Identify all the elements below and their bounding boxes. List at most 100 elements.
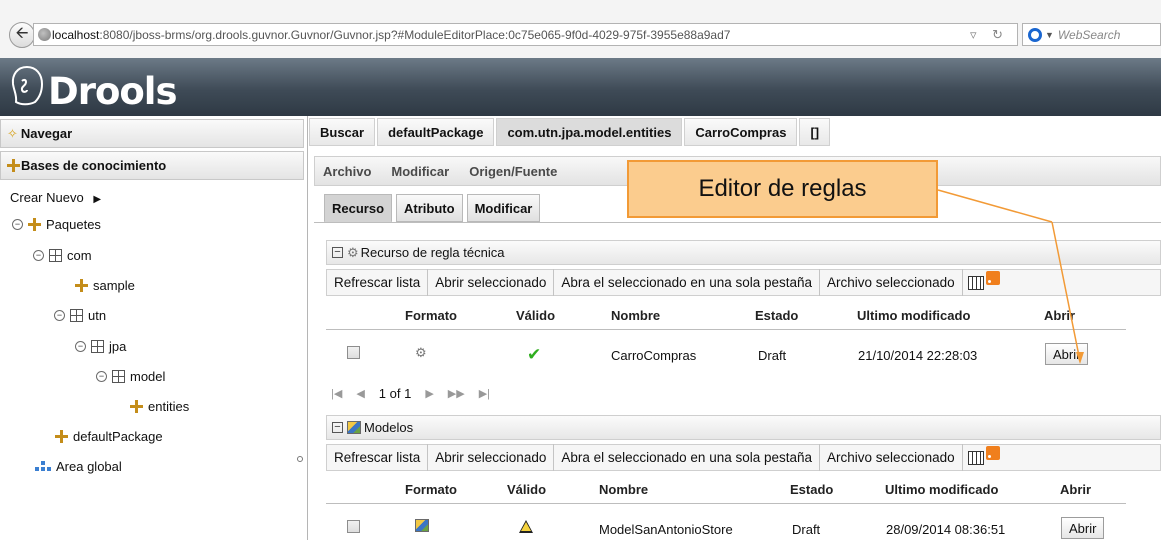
- open-selected-single-tab-button[interactable]: Abra el seleccionado en una sola pestaña: [554, 269, 821, 296]
- model-format-icon: [415, 519, 429, 532]
- search-engine-icon[interactable]: [1028, 27, 1042, 42]
- open-selected-button[interactable]: Abrir seleccionado: [428, 269, 555, 296]
- column-header-format[interactable]: Formato: [405, 482, 457, 497]
- tab-empty[interactable]: []: [799, 118, 831, 146]
- divider: [326, 503, 1126, 504]
- subtab-atributo[interactable]: Atributo: [396, 194, 463, 222]
- back-arrow-icon[interactable]: 🡨: [9, 22, 35, 48]
- tree-item-utn[interactable]: − utn: [54, 308, 106, 323]
- rss-feed-icon[interactable]: [985, 270, 1000, 285]
- sidebar-nav-header[interactable]: ✧ Navegar: [0, 119, 304, 148]
- tree-item-sample[interactable]: sample: [75, 278, 135, 293]
- column-header-open[interactable]: Abrir: [1060, 482, 1091, 497]
- gears-icon: ⚙: [347, 244, 359, 260]
- next-page-icon[interactable]: ▶: [425, 387, 433, 400]
- column-header-valid[interactable]: Válido: [516, 308, 555, 323]
- package-icon: [28, 218, 41, 231]
- column-header-valid[interactable]: Válido: [507, 482, 546, 497]
- asset-name: CarroCompras: [611, 348, 697, 363]
- pager: |◀ ◀ 1 of 1 ▶ ▶▶ ▶|: [331, 386, 504, 401]
- open-asset-button[interactable]: Abrir: [1045, 343, 1089, 365]
- create-new-menu[interactable]: Crear Nuevo ▶: [10, 190, 101, 205]
- divider: [314, 222, 1161, 223]
- row-select-checkbox[interactable]: [347, 346, 360, 359]
- previous-page-icon[interactable]: ◀: [356, 387, 364, 400]
- app-header: Drools: [0, 58, 1161, 116]
- brand-name: Drools: [48, 70, 178, 113]
- column-header-open[interactable]: Abrir: [1044, 308, 1075, 323]
- collapse-icon[interactable]: −: [54, 310, 65, 321]
- rules-section-header[interactable]: − ⚙ Recurso de regla técnica: [326, 240, 1161, 265]
- refresh-list-button[interactable]: Refrescar lista: [327, 444, 429, 471]
- open-selected-single-tab-button[interactable]: Abra el seleccionado en una sola pestaña: [554, 444, 821, 471]
- open-selected-button[interactable]: Abrir seleccionado: [428, 444, 555, 471]
- asset-name: ModelSanAntonioStore: [599, 522, 733, 537]
- tree-item-defaultpackage[interactable]: defaultPackage: [55, 429, 163, 444]
- model-icon: [347, 421, 361, 434]
- collapse-icon[interactable]: −: [12, 219, 23, 230]
- sidebar-splitter[interactable]: [294, 116, 308, 540]
- package-icon: [75, 279, 88, 292]
- package-outline-icon: [91, 340, 104, 353]
- column-picker-icon[interactable]: [967, 275, 984, 290]
- url-bar[interactable]: localhost:8080/jboss-brms/org.drools.guv…: [33, 23, 1018, 46]
- menu-origen-fuente[interactable]: Origen/Fuente: [469, 164, 557, 179]
- tree-label: com: [67, 248, 92, 263]
- url-host: localhost: [52, 27, 100, 42]
- refresh-list-button[interactable]: Refrescar lista: [327, 269, 429, 296]
- column-header-modified[interactable]: Ultimo modificado: [885, 482, 998, 497]
- sidebar: ✧ Navegar Bases de conocimiento Crear Nu…: [0, 116, 304, 540]
- tree-item-paquetes[interactable]: − Paquetes: [12, 217, 101, 232]
- browser-chrome: 🡨 localhost:8080/jboss-brms/org.drools.g…: [0, 0, 1161, 58]
- tree-item-global-area[interactable]: Area global: [35, 459, 122, 474]
- collapse-section-icon[interactable]: −: [332, 247, 343, 258]
- asset-modified: 28/09/2014 08:36:51: [886, 522, 1006, 537]
- first-page-icon[interactable]: |◀: [331, 387, 342, 400]
- rss-feed-icon[interactable]: [985, 445, 1000, 460]
- package-outline-icon: [49, 249, 62, 262]
- menu-modificar[interactable]: Modificar: [391, 164, 449, 179]
- web-search-input[interactable]: ▼ WebSearch: [1022, 23, 1161, 46]
- tab-buscar[interactable]: Buscar: [309, 118, 376, 146]
- last-page-icon[interactable]: ▶|: [479, 387, 490, 400]
- archive-selected-button[interactable]: Archivo seleccionado: [820, 444, 963, 471]
- collapse-icon[interactable]: −: [75, 341, 86, 352]
- tree-item-com[interactable]: − com: [33, 248, 92, 263]
- global-area-icon: [35, 460, 51, 473]
- subtab-modificar[interactable]: Modificar: [466, 194, 541, 222]
- column-header-status[interactable]: Estado: [790, 482, 833, 497]
- column-header-status[interactable]: Estado: [755, 308, 798, 323]
- chevron-down-icon[interactable]: ▼: [1045, 30, 1054, 40]
- tab-carrocompras[interactable]: CarroCompras: [684, 118, 798, 146]
- fast-forward-icon[interactable]: ▶▶: [448, 387, 465, 400]
- asset-status: Draft: [792, 522, 821, 537]
- column-header-name[interactable]: Nombre: [611, 308, 660, 323]
- collapse-icon[interactable]: −: [96, 371, 107, 382]
- open-asset-button[interactable]: Abrir: [1061, 517, 1105, 539]
- models-section-header[interactable]: − Modelos: [326, 415, 1161, 440]
- column-header-modified[interactable]: Ultimo modificado: [857, 308, 970, 323]
- tab-defaultpackage[interactable]: defaultPackage: [377, 118, 495, 146]
- column-picker-icon[interactable]: [967, 450, 984, 465]
- splitter-handle-icon[interactable]: [297, 456, 303, 462]
- row-select-checkbox[interactable]: [347, 520, 360, 533]
- collapse-icon[interactable]: −: [33, 250, 44, 261]
- create-new-label: Crear Nuevo: [10, 190, 84, 205]
- archive-selected-button[interactable]: Archivo seleccionado: [820, 269, 963, 296]
- sidebar-knowledge-bases-header[interactable]: Bases de conocimiento: [0, 151, 304, 180]
- column-header-name[interactable]: Nombre: [599, 482, 648, 497]
- tree-item-model[interactable]: − model: [96, 369, 165, 384]
- menu-archivo[interactable]: Archivo: [323, 164, 371, 179]
- reload-icon[interactable]: ▿ ↻: [970, 27, 1009, 43]
- package-outline-icon: [112, 370, 125, 383]
- collapse-section-icon[interactable]: −: [332, 422, 343, 433]
- tab-entities-package[interactable]: com.utn.jpa.model.entities: [496, 118, 683, 146]
- package-icon: [130, 400, 143, 413]
- tree-item-entities[interactable]: entities: [130, 399, 189, 414]
- tree-item-jpa[interactable]: − jpa: [75, 339, 126, 354]
- chevron-right-icon: ▶: [93, 194, 102, 205]
- subtab-recurso[interactable]: Recurso: [324, 194, 393, 222]
- column-header-format[interactable]: Formato: [405, 308, 457, 323]
- tree-label: model: [130, 369, 166, 384]
- search-placeholder: WebSearch: [1057, 27, 1121, 42]
